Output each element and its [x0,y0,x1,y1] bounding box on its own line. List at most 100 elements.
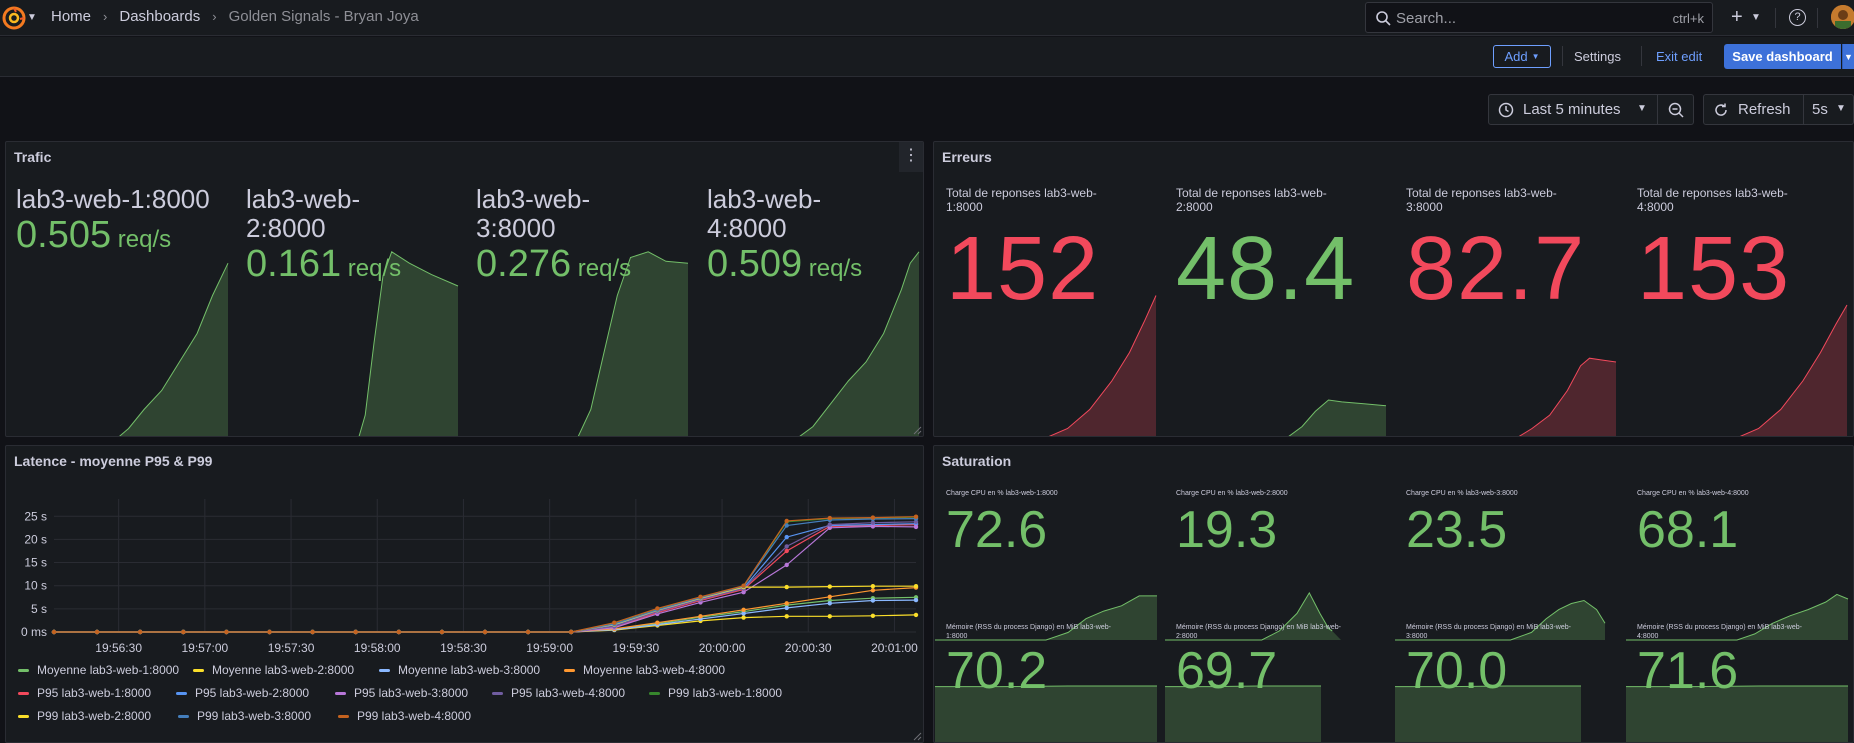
time-range-picker[interactable]: Last 5 minutes ▼ [1488,94,1658,125]
exit-edit-button[interactable]: Exit edit [1656,49,1702,64]
resize-handle-icon[interactable] [912,731,922,741]
stat-value: 71.6 [1637,642,1739,700]
stat-name: Charge CPU en % lab3-web-1:8000 [946,490,1058,497]
stat-value: 72.6 [946,501,1048,559]
legend-swatch [649,691,660,695]
stat-number: 0.161 [246,243,342,285]
zoom-out-button[interactable] [1658,94,1694,125]
legend-label: P99 lab3-web-2:8000 [37,709,152,723]
new-plus-icon[interactable]: + [1731,6,1743,29]
search-shortcut: ctrl+k [1672,11,1704,26]
cpu-stat-1: Charge CPU en % lab3-web-1:8000 72.6 [946,489,1161,556]
stat-name: 4:8000 [1637,633,1659,640]
stat-unit: req/s [341,255,402,282]
cpu-stat-2: Charge CPU en % lab3-web-2:8000 19.3 [1176,489,1391,556]
legend-item[interactable]: Moyenne lab3-web-3:8000 [379,663,540,677]
legend-item[interactable]: P95 lab3-web-2:8000 [176,686,309,700]
erreurs-sparkline-3-area [1519,358,1616,436]
legend-item[interactable]: P99 lab3-web-3:8000 [178,709,311,723]
legend-label: P95 lab3-web-2:8000 [195,686,310,700]
trafic-sparkline-1-area [119,263,228,436]
chevron-right-icon: › [212,9,217,24]
legend-swatch [379,668,390,672]
stat-value: 19.3 [1176,501,1278,559]
stat-name: Mémoire (RSS du process Django) en MiB l… [1406,624,1571,631]
legend-item[interactable]: P99 lab3-web-1:8000 [649,686,782,700]
time-range-label: Last 5 minutes [1523,101,1621,118]
erreurs-sparkline-2-area [1289,400,1386,436]
refresh-button[interactable]: Refresh [1703,94,1804,125]
stat-value: 0.161 req/s [246,243,461,290]
stat-name: Total de reponses lab3-web- [1637,186,1788,200]
stat-name: lab3-web-1:8000 [16,184,210,214]
legend-swatch [18,691,29,695]
legend-swatch [18,714,29,718]
stat-unit: req/s [802,255,863,282]
legend-swatch [338,714,349,718]
chevron-down-icon[interactable]: ▼ [1751,12,1761,23]
stat-value: 152 [946,219,1100,319]
interval-label: 5s [1812,101,1828,118]
stat-name: Mémoire (RSS du process Django) en MiB l… [1176,624,1341,631]
stat-name: 1:8000 [946,200,983,214]
stat-name: 3:8000 [1406,633,1428,640]
chevron-down-icon[interactable]: ▼ [27,12,37,23]
divider [1775,8,1776,28]
erreurs-sparkline-4-area [1741,305,1847,436]
legend-swatch [18,668,29,672]
refresh-icon [1713,102,1729,122]
legend-swatch [492,691,503,695]
stat-name: lab3-web- [246,184,361,214]
stat-name: 2:8000 [246,213,326,243]
stat-name: Total de reponses lab3-web- [946,186,1097,200]
legend-swatch [176,691,187,695]
stat-value: 82.7 [1406,219,1586,319]
stat-number: 0.505 [16,214,112,256]
panel-latence: Latence - moyenne P95 & P99 0 ms 5 s 10 s1… [5,445,924,743]
settings-button[interactable]: Settings [1574,49,1621,64]
add-button[interactable]: Add ▼ [1493,45,1551,68]
save-dashboard-button[interactable]: Save dashboard [1724,44,1841,69]
legend-item[interactable]: Moyenne lab3-web-1:8000 [18,663,179,677]
refresh-interval-picker[interactable]: 5s ▼ [1804,94,1854,125]
legend-item[interactable]: P99 lab3-web-2:8000 [18,709,151,723]
chevron-down-icon: ▼ [1836,103,1846,114]
legend-item[interactable]: P95 lab3-web-1:8000 [18,686,151,700]
mem-stat-1: Mémoire (RSS du process Django) en MiB l… [946,623,1161,697]
zoom-out-icon [1668,102,1684,123]
breadcrumb-dashboards[interactable]: Dashboards [119,8,200,25]
resize-handle-icon[interactable] [912,425,922,435]
legend-item[interactable]: Moyenne lab3-web-4:8000 [564,663,725,677]
mem-stat-4: Mémoire (RSS du process Django) en MiB l… [1637,623,1852,697]
stat-value: 0.505 req/s [16,214,231,261]
stat-name: Mémoire (RSS du process Django) en MiB l… [1637,624,1802,631]
clock-icon [1498,102,1514,122]
chevron-down-icon[interactable]: ▼ [1842,44,1854,69]
grafana-logo-icon[interactable] [2,6,26,30]
legend-swatch [564,668,575,672]
stat-1: Total de reponses lab3-web- 1:8000 152 [946,186,1161,314]
refresh-label: Refresh [1738,101,1791,118]
help-icon[interactable]: ? [1789,9,1806,26]
legend-item[interactable]: P95 lab3-web-4:8000 [492,686,625,700]
divider [1562,46,1563,66]
legend-item[interactable]: P99 lab3-web-4:8000 [338,709,471,723]
stat-name: Charge CPU en % lab3-web-2:8000 [1176,490,1288,497]
top-navbar: ▼ Home › Dashboards › Golden Signals - B… [0,0,1854,36]
stat-value: 70.2 [946,642,1048,700]
breadcrumb-home[interactable]: Home [51,8,91,25]
mem-stat-2: Mémoire (RSS du process Django) en MiB l… [1176,623,1391,697]
legend-item[interactable]: P95 lab3-web-3:8000 [335,686,468,700]
legend-label: Moyenne lab3-web-3:8000 [398,663,541,677]
search-input[interactable]: Search... ctrl+k [1365,2,1713,33]
stat-name: 2:8000 [1176,200,1213,214]
divider [1641,46,1642,66]
chart-legend: Moyenne lab3-web-1:8000 Moyenne lab3-web-… [6,446,923,742]
stat-2: lab3-web- 2:8000 0.161 req/s [246,185,461,290]
legend-label: Moyenne lab3-web-1:8000 [37,663,180,677]
stat-value: 70.0 [1406,642,1508,700]
avatar[interactable] [1831,5,1854,29]
stat-4: lab3-web- 4:8000 0.509 req/s [707,185,922,290]
stat-value: 68.1 [1637,501,1739,559]
legend-item[interactable]: Moyenne lab3-web-2:8000 [193,663,354,677]
